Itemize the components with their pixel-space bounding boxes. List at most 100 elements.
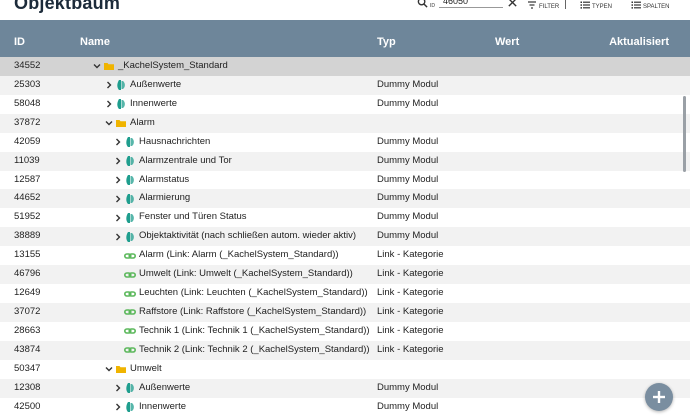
module-icon	[117, 99, 125, 110]
typen-button[interactable]: TYPEN	[580, 0, 612, 10]
column-header-wert[interactable]: Wert	[495, 36, 519, 48]
filter-button[interactable]: FILTER	[527, 0, 559, 10]
row-id: 13155	[14, 249, 41, 261]
row-typ: Link - Kategorie	[377, 305, 444, 317]
row-name: Innenwerte	[130, 97, 178, 109]
table-row[interactable]: 58048 Innenwerte Dummy Modul	[0, 95, 690, 114]
add-object-button[interactable]	[645, 383, 673, 411]
table-row[interactable]: 43874 Technik 2 (Link: Technik 2 (_Kachel…	[0, 340, 690, 360]
table-row[interactable]: 28663 Technik 1 (Link: Technik 1 (_Kachel…	[0, 322, 690, 341]
chevron-right-icon[interactable]	[104, 80, 114, 90]
row-typ: Link - Kategorie	[377, 249, 444, 261]
table-row[interactable]: 42059 Hausnachrichten Dummy Modul	[0, 133, 690, 152]
table-row[interactable]: 51952 Fenster und Türen Status Dummy Modul	[0, 208, 690, 227]
link-icon	[124, 252, 136, 259]
row-typ: Dummy Modul	[377, 173, 439, 185]
row-name: Außenwerte	[139, 381, 191, 393]
row-name: Umwelt (Link: Umwelt (_KachelSystem_Stan…	[139, 268, 353, 280]
row-name-cell: Raffstore (Link: Raffstore (_KachelSyste…	[113, 303, 366, 322]
scrollbar[interactable]	[683, 96, 686, 172]
list-icon	[631, 1, 641, 9]
row-name: Fenster und Türen Status	[139, 211, 247, 223]
table-row[interactable]: 38889 Objektaktivität (nach schließen aut…	[0, 227, 690, 247]
close-icon[interactable]	[507, 0, 518, 8]
row-typ: Dummy Modul	[377, 78, 439, 90]
table-row[interactable]: 11039 Alarmzentrale und Tor Dummy Modul	[0, 151, 690, 171]
row-id: 43874	[14, 343, 41, 355]
row-name: Alarmstatus	[139, 173, 190, 185]
row-name: Alarm	[130, 116, 155, 128]
table-row[interactable]: 12587 Alarmstatus Dummy Modul	[0, 171, 690, 190]
row-typ: Dummy Modul	[377, 230, 439, 242]
column-header-name[interactable]: Name	[80, 36, 110, 48]
row-name: Technik 1 (Link: Technik 1 (_KachelSyste…	[139, 324, 370, 336]
search-icon[interactable]	[417, 0, 428, 8]
row-name: Raffstore (Link: Raffstore (_KachelSyste…	[139, 305, 367, 317]
row-name-cell: Umwelt	[104, 360, 162, 379]
chevron-right-icon[interactable]	[113, 175, 123, 185]
row-id: 42059	[14, 135, 41, 147]
chevron-down-icon[interactable]	[104, 118, 114, 128]
row-id: 12587	[14, 173, 41, 185]
table-row[interactable]: 42500 Innenwerte Dummy Modul	[0, 398, 690, 417]
module-icon	[126, 193, 134, 204]
chevron-down-icon[interactable]	[92, 61, 102, 71]
row-id: 58048	[14, 97, 41, 109]
row-id: 11039	[14, 154, 40, 166]
row-id: 37872	[14, 116, 41, 128]
module-icon	[117, 80, 125, 91]
row-name-cell: Technik 1 (Link: Technik 1 (_KachelSyste…	[113, 322, 370, 341]
list-icon	[580, 1, 590, 9]
column-header-typ[interactable]: Typ	[377, 36, 396, 48]
row-typ: Link - Kategorie	[377, 287, 444, 299]
column-header-aktualisiert[interactable]: Aktualisiert	[609, 36, 669, 48]
row-name-cell: Innenwerte	[113, 398, 186, 417]
row-typ: Link - Kategorie	[377, 268, 444, 280]
chevron-right-icon[interactable]	[113, 137, 123, 147]
table-header: ID Name Typ Wert Aktualisiert	[0, 20, 690, 58]
chevron-right-icon[interactable]	[113, 213, 123, 223]
search-input[interactable]	[439, 0, 503, 8]
row-id: 12308	[14, 381, 41, 393]
table-row[interactable]: 46796 Umwelt (Link: Umwelt (_KachelSystem…	[0, 265, 690, 285]
row-name: Außenwerte	[130, 78, 182, 90]
row-typ: Dummy Modul	[377, 97, 439, 109]
row-id: 37072	[14, 305, 41, 317]
chevron-right-icon[interactable]	[113, 194, 123, 204]
chevron-right-icon[interactable]	[113, 156, 123, 166]
table-row[interactable]: 13155 Alarm (Link: Alarm (_KachelSystem_S…	[0, 246, 690, 265]
folder-icon	[104, 63, 114, 71]
table-row[interactable]: 34552 _KachelSystem_Standard	[0, 57, 690, 76]
spalten-button[interactable]: SPALTEN	[631, 0, 669, 10]
row-id: 42500	[14, 400, 41, 412]
row-name-cell: Objektaktivität (nach schließen autom. w…	[113, 227, 356, 246]
row-id: 44652	[14, 192, 41, 204]
row-id: 50347	[14, 362, 41, 374]
row-name-cell: Leuchten (Link: Leuchten (_KachelSystem_…	[113, 284, 368, 303]
table-row[interactable]: 12308 Außenwerte Dummy Modul	[0, 378, 690, 398]
table-row[interactable]: 25303 Außenwerte Dummy Modul	[0, 75, 690, 95]
table-row[interactable]: 12649 Leuchten (Link: Leuchten (_KachelSy…	[0, 284, 690, 303]
link-icon	[124, 309, 136, 316]
filter-icon	[528, 1, 536, 9]
row-typ: Dummy Modul	[377, 154, 439, 166]
row-id: 38889	[14, 230, 41, 242]
row-name-cell: Fenster und Türen Status	[113, 208, 247, 227]
chevron-right-icon[interactable]	[113, 383, 123, 393]
table-row[interactable]: 37872 Alarm	[0, 113, 690, 133]
column-header-id[interactable]: ID	[14, 36, 25, 48]
link-icon	[124, 290, 136, 297]
table-row[interactable]: 44652 Alarmierung Dummy Modul	[0, 189, 690, 209]
table-row[interactable]: 37072 Raffstore (Link: Raffstore (_Kachel…	[0, 302, 690, 322]
chevron-down-icon[interactable]	[104, 364, 114, 374]
row-name: Alarmierung	[139, 192, 191, 204]
table-row[interactable]: 50347 Umwelt	[0, 360, 690, 379]
row-typ: Dummy Modul	[377, 400, 439, 412]
toolbar-divider	[565, 0, 566, 9]
row-id: 46796	[14, 268, 41, 280]
chevron-right-icon[interactable]	[104, 99, 114, 109]
plus-icon	[653, 391, 665, 403]
link-icon	[124, 347, 136, 354]
chevron-right-icon[interactable]	[113, 402, 123, 412]
chevron-right-icon[interactable]	[113, 232, 123, 242]
